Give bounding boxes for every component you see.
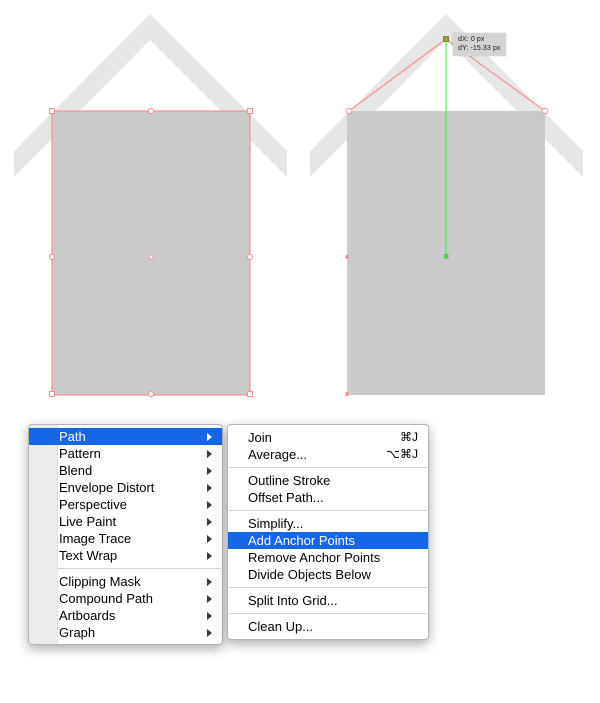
- object-menu[interactable]: Path Pattern Blend Envelope Distort Perspect…: [28, 424, 223, 645]
- menu-item-shortcut: ⌘J: [400, 430, 418, 444]
- house-body-left[interactable]: [52, 111, 250, 395]
- chevron-right-icon: [207, 577, 212, 586]
- chevron-right-icon: [207, 551, 212, 560]
- object-menu-item-perspective[interactable]: Perspective: [29, 496, 222, 513]
- object-menu-item-live-paint[interactable]: Live Paint: [29, 513, 222, 530]
- menu-item-label: Divide Objects Below: [248, 567, 371, 582]
- object-menu-item-envelope-distort[interactable]: Envelope Distort: [29, 479, 222, 496]
- menu-item-label: Live Paint: [59, 514, 117, 529]
- tooltip-dx: dX: 0 px: [458, 36, 485, 43]
- path-submenu-item-remove-anchor-points[interactable]: Remove Anchor Points: [228, 549, 428, 566]
- object-menu-item-blend[interactable]: Blend: [29, 462, 222, 479]
- menu-item-label: Split Into Grid...: [248, 593, 338, 608]
- object-menu-item-artboards[interactable]: Artboards: [29, 607, 222, 624]
- menu-item-label: Remove Anchor Points: [248, 550, 381, 565]
- path-submenu-separator: [229, 467, 427, 468]
- path-submenu-item-outline-stroke[interactable]: Outline Stroke: [228, 472, 428, 489]
- object-menu-separator: [57, 568, 221, 569]
- path-submenu-item-divide-objects-below[interactable]: Divide Objects Below: [228, 566, 428, 583]
- path-submenu-item-join[interactable]: Join ⌘J: [228, 429, 428, 446]
- menu-item-label: Add Anchor Points: [248, 533, 355, 548]
- chevron-right-icon: [207, 483, 212, 492]
- path-submenu-separator: [229, 510, 427, 511]
- path-submenu-item-average[interactable]: Average... ⌥⌘J: [228, 446, 428, 463]
- menu-item-label: Average...: [248, 447, 308, 462]
- menu-item-label: Pattern: [59, 446, 101, 461]
- chevron-right-icon: [207, 611, 212, 620]
- menu-item-label: Clean Up...: [248, 619, 314, 634]
- menu-item-label: Perspective: [59, 497, 127, 512]
- tooltip-dy: dY: -15.33 px: [458, 45, 501, 52]
- object-menu-item-pattern[interactable]: Pattern: [29, 445, 222, 462]
- menu-item-shortcut: ⌥⌘J: [386, 447, 418, 461]
- path-submenu-item-split-into-grid[interactable]: Split Into Grid...: [228, 592, 428, 609]
- menu-item-label: Outline Stroke: [248, 473, 331, 488]
- menu-item-label: Simplify...: [248, 516, 304, 531]
- chevron-right-icon: [207, 628, 212, 637]
- object-menu-item-path[interactable]: Path: [29, 428, 222, 445]
- chevron-right-icon: [207, 449, 212, 458]
- object-menu-item-compound-path[interactable]: Compound Path: [29, 590, 222, 607]
- house-before-group: [14, 14, 287, 398]
- house-after-group: [310, 14, 583, 396]
- menu-item-label: Graph: [59, 625, 96, 640]
- object-menu-item-image-trace[interactable]: Image Trace: [29, 530, 222, 547]
- menu-item-label: Blend: [59, 463, 93, 478]
- chevron-right-icon: [207, 517, 212, 526]
- path-submenu-item-offset-path[interactable]: Offset Path...: [228, 489, 428, 506]
- path-submenu-separator: [229, 613, 427, 614]
- menu-item-label: Clipping Mask: [59, 574, 141, 589]
- path-submenu-item-add-anchor-points[interactable]: Add Anchor Points: [228, 532, 428, 549]
- menu-item-label: Text Wrap: [59, 548, 118, 563]
- menu-item-label: Artboards: [59, 608, 116, 623]
- menu-item-label: Image Trace: [59, 531, 132, 546]
- object-menu-item-graph[interactable]: Graph: [29, 624, 222, 641]
- artboard-canvas[interactable]: [0, 0, 600, 420]
- menu-item-label: Path: [59, 429, 86, 444]
- chevron-right-icon: [207, 466, 212, 475]
- menu-item-label: Join: [248, 430, 272, 445]
- menu-item-label: Compound Path: [59, 591, 153, 606]
- path-submenu[interactable]: Join ⌘J Average... ⌥⌘J Outline Stroke Offset …: [227, 424, 429, 640]
- object-menu-item-clipping-mask[interactable]: Clipping Mask: [29, 573, 222, 590]
- menu-item-label: Envelope Distort: [59, 480, 155, 495]
- chevron-right-icon: [207, 500, 212, 509]
- menu-item-label: Offset Path...: [248, 490, 324, 505]
- smart-guide-tooltip: dX: 0 px dY: -15.33 px: [453, 33, 506, 56]
- object-menu-item-text-wrap[interactable]: Text Wrap: [29, 547, 222, 564]
- chevron-right-icon: [207, 534, 212, 543]
- chevron-right-icon: [207, 432, 212, 441]
- chevron-right-icon: [207, 594, 212, 603]
- path-submenu-item-clean-up[interactable]: Clean Up...: [228, 618, 428, 635]
- path-submenu-item-simplify[interactable]: Simplify...: [228, 515, 428, 532]
- path-submenu-separator: [229, 587, 427, 588]
